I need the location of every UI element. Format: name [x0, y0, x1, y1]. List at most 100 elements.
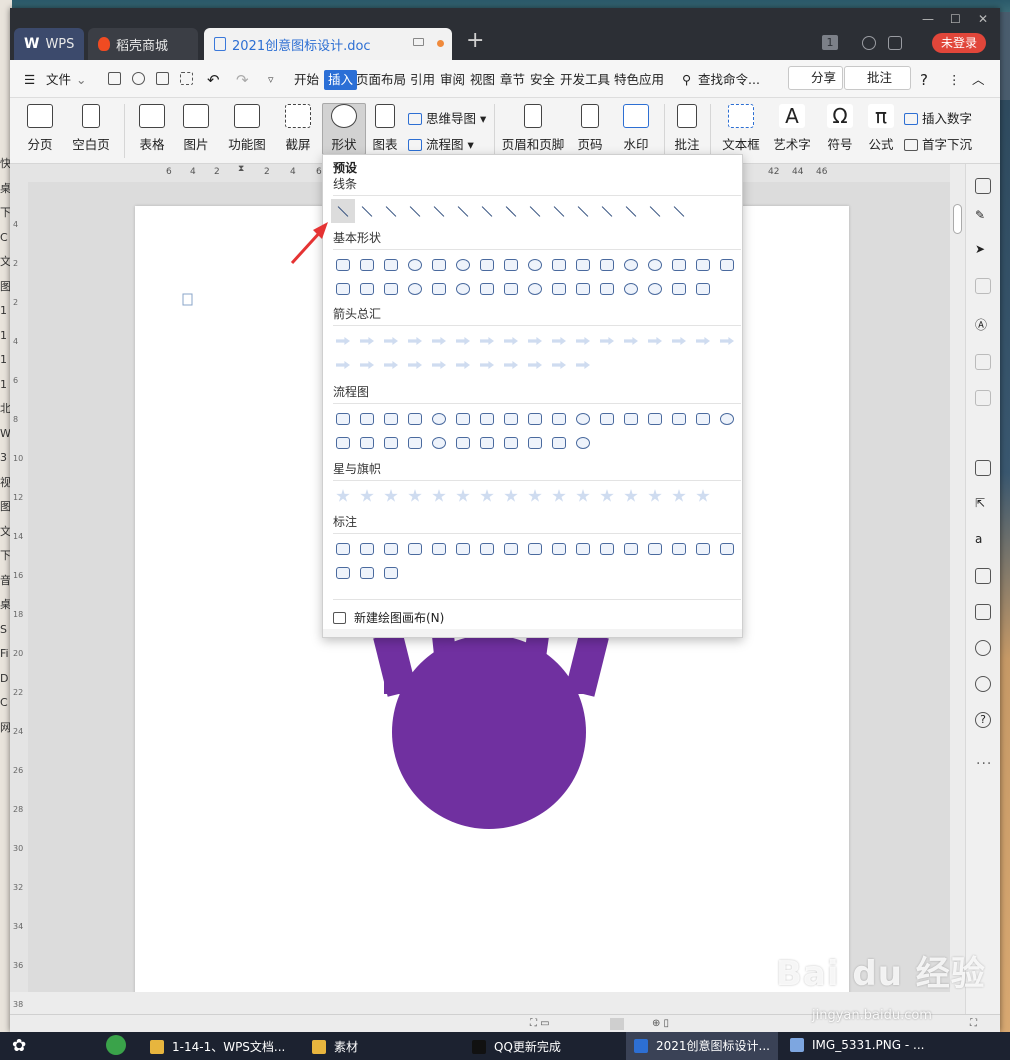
- taskbar-item[interactable]: 2021创意图标设计...: [626, 1032, 778, 1060]
- help-circle-icon[interactable]: ?: [975, 712, 991, 728]
- shape-option[interactable]: [451, 537, 475, 561]
- shape-option[interactable]: [571, 407, 595, 431]
- shape-option[interactable]: [499, 407, 523, 431]
- shape-option[interactable]: [379, 407, 403, 431]
- shape-option[interactable]: [331, 353, 355, 377]
- image-icon[interactable]: [975, 604, 991, 620]
- shape-option[interactable]: [547, 484, 571, 508]
- shape-option[interactable]: [691, 407, 715, 431]
- shape-option[interactable]: [427, 431, 451, 455]
- shape-option[interactable]: [379, 561, 403, 585]
- taskbar-item[interactable]: QQ更新完成: [472, 1038, 561, 1055]
- history-icon[interactable]: [975, 676, 991, 692]
- shape-option[interactable]: [643, 537, 667, 561]
- shape-option[interactable]: [331, 431, 355, 455]
- translate-icon[interactable]: a: [975, 532, 991, 548]
- shape-option[interactable]: [643, 484, 667, 508]
- shape-option[interactable]: [691, 329, 715, 353]
- shape-option[interactable]: [715, 407, 739, 431]
- shape-option[interactable]: [331, 537, 355, 561]
- shape-option[interactable]: [499, 353, 523, 377]
- shape-option[interactable]: [547, 537, 571, 561]
- table-style-icon[interactable]: [975, 354, 991, 370]
- shape-option[interactable]: [547, 353, 571, 377]
- shape-option[interactable]: [451, 484, 475, 508]
- shape-option[interactable]: [379, 484, 403, 508]
- archive-icon[interactable]: [975, 568, 991, 584]
- new-drawing-canvas-button[interactable]: 新建绘图画布(N): [333, 609, 444, 626]
- shape-option[interactable]: [451, 431, 475, 455]
- shape-option[interactable]: [331, 407, 355, 431]
- shape-option[interactable]: [571, 537, 595, 561]
- shape-option[interactable]: [427, 407, 451, 431]
- shape-option[interactable]: [595, 329, 619, 353]
- shape-option[interactable]: [355, 537, 379, 561]
- shape-option[interactable]: [475, 329, 499, 353]
- shape-option[interactable]: [595, 484, 619, 508]
- page-view-icon[interactable]: [610, 1018, 624, 1030]
- grid-icon[interactable]: [975, 390, 991, 406]
- shape-option[interactable]: [427, 537, 451, 561]
- shape-option[interactable]: [379, 431, 403, 455]
- shape-option[interactable]: [571, 329, 595, 353]
- shape-option[interactable]: [643, 329, 667, 353]
- more-dots-icon[interactable]: ···: [976, 756, 992, 772]
- shape-option[interactable]: [403, 537, 427, 561]
- text-style-icon[interactable]: Ⓐ: [975, 316, 991, 332]
- shape-option[interactable]: [355, 561, 379, 585]
- shape-option[interactable]: [403, 329, 427, 353]
- shape-option[interactable]: [643, 407, 667, 431]
- shape-option[interactable]: [451, 407, 475, 431]
- shape-option[interactable]: [523, 537, 547, 561]
- shape-option[interactable]: [355, 329, 379, 353]
- shape-option[interactable]: [571, 431, 595, 455]
- shape-option[interactable]: [475, 537, 499, 561]
- shape-option[interactable]: [547, 329, 571, 353]
- shape-option[interactable]: [523, 329, 547, 353]
- shape-option[interactable]: [475, 353, 499, 377]
- browser-icon[interactable]: [106, 1035, 126, 1055]
- shape-option[interactable]: [523, 431, 547, 455]
- fullscreen-icon[interactable]: ⛶: [970, 1018, 977, 1029]
- shield-icon[interactable]: [975, 640, 991, 656]
- shape-option[interactable]: [427, 329, 451, 353]
- shape-option[interactable]: [403, 407, 427, 431]
- shape-option[interactable]: [667, 484, 691, 508]
- shape-option[interactable]: [547, 407, 571, 431]
- shape-option[interactable]: [523, 484, 547, 508]
- taskbar-item[interactable]: 素材: [312, 1038, 358, 1055]
- shape-option[interactable]: [619, 329, 643, 353]
- view-mode-icon[interactable]: ⛶ ▭: [530, 1018, 550, 1029]
- shape-option[interactable]: [499, 484, 523, 508]
- shape-option[interactable]: [571, 353, 595, 377]
- shape-option[interactable]: [451, 353, 475, 377]
- shape-option[interactable]: [379, 329, 403, 353]
- shape-option[interactable]: [499, 329, 523, 353]
- shape-option[interactable]: [355, 484, 379, 508]
- shape-option[interactable]: [619, 484, 643, 508]
- shape-option[interactable]: [499, 431, 523, 455]
- shape-option[interactable]: [331, 484, 355, 508]
- shape-option[interactable]: [547, 431, 571, 455]
- shape-option[interactable]: [523, 407, 547, 431]
- shape-option[interactable]: [355, 407, 379, 431]
- shape-option[interactable]: [619, 407, 643, 431]
- shape-option[interactable]: [595, 537, 619, 561]
- shape-option[interactable]: [427, 353, 451, 377]
- shape-option[interactable]: [667, 537, 691, 561]
- shape-option[interactable]: [403, 353, 427, 377]
- shape-option[interactable]: [691, 537, 715, 561]
- shape-option[interactable]: [451, 329, 475, 353]
- shape-option[interactable]: [499, 537, 523, 561]
- shape-option[interactable]: [403, 484, 427, 508]
- shape-option[interactable]: [523, 353, 547, 377]
- web-view-icon[interactable]: ⊕ ▯: [652, 1018, 669, 1029]
- picture-tool-icon[interactable]: [975, 460, 991, 476]
- shape-option[interactable]: [475, 431, 499, 455]
- export-icon[interactable]: ⇱: [975, 496, 991, 512]
- shape-option[interactable]: [331, 329, 355, 353]
- shape-option[interactable]: [475, 484, 499, 508]
- shape-option[interactable]: [715, 329, 739, 353]
- shape-option[interactable]: [331, 561, 355, 585]
- shape-option[interactable]: [619, 537, 643, 561]
